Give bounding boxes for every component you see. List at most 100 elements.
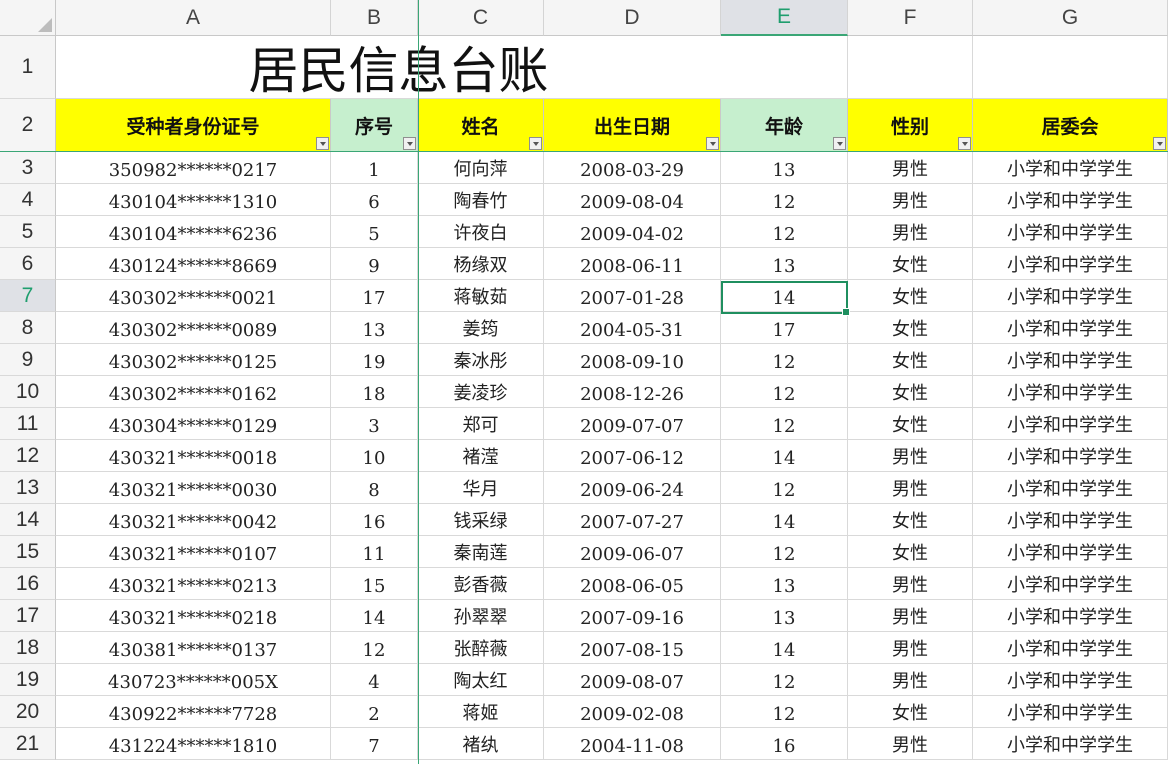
cell-E7[interactable]: 14 bbox=[721, 280, 848, 312]
cell-B15[interactable]: 11 bbox=[331, 536, 418, 568]
row-header-19[interactable]: 19 bbox=[0, 664, 56, 696]
cell-F15[interactable]: 女性 bbox=[848, 536, 973, 568]
cell-E4[interactable]: 12 bbox=[721, 184, 848, 216]
sheet-title[interactable]: 居民信息台账 bbox=[56, 36, 721, 100]
cell-C21[interactable]: 褚纨 bbox=[418, 728, 544, 760]
row-header-6[interactable]: 6 bbox=[0, 248, 56, 280]
cell-A7[interactable]: 430302******0021 bbox=[56, 280, 331, 312]
row-header-18[interactable]: 18 bbox=[0, 632, 56, 664]
cell-C19[interactable]: 陶太红 bbox=[418, 664, 544, 696]
cell-C14[interactable]: 钱采绿 bbox=[418, 504, 544, 536]
filter-dropdown-icon[interactable] bbox=[833, 137, 846, 150]
cell-E19[interactable]: 12 bbox=[721, 664, 848, 696]
cell-D21[interactable]: 2004-11-08 bbox=[544, 728, 721, 760]
cell-E8[interactable]: 17 bbox=[721, 312, 848, 344]
cell-B12[interactable]: 10 bbox=[331, 440, 418, 472]
row-header-21[interactable]: 21 bbox=[0, 728, 56, 760]
cell-A10[interactable]: 430302******0162 bbox=[56, 376, 331, 408]
cell-A3[interactable]: 350982******0217 bbox=[56, 152, 331, 184]
row-header-7[interactable]: 7 bbox=[0, 280, 56, 312]
filter-dropdown-icon[interactable] bbox=[706, 137, 719, 150]
column-header-E[interactable]: E bbox=[721, 0, 848, 36]
cell-B21[interactable]: 7 bbox=[331, 728, 418, 760]
cell-C5[interactable]: 许夜白 bbox=[418, 216, 544, 248]
cell-B4[interactable]: 6 bbox=[331, 184, 418, 216]
cell-C13[interactable]: 华月 bbox=[418, 472, 544, 504]
cell-C16[interactable]: 彭香薇 bbox=[418, 568, 544, 600]
cell-E21[interactable]: 16 bbox=[721, 728, 848, 760]
row-header-3[interactable]: 3 bbox=[0, 152, 56, 184]
cell-A14[interactable]: 430321******0042 bbox=[56, 504, 331, 536]
cell-A18[interactable]: 430381******0137 bbox=[56, 632, 331, 664]
cell-F16[interactable]: 男性 bbox=[848, 568, 973, 600]
cell-E9[interactable]: 12 bbox=[721, 344, 848, 376]
cell-E20[interactable]: 12 bbox=[721, 696, 848, 728]
cell-D13[interactable]: 2009-06-24 bbox=[544, 472, 721, 504]
cell-C6[interactable]: 杨缘双 bbox=[418, 248, 544, 280]
row-header-13[interactable]: 13 bbox=[0, 472, 56, 504]
cell-A6[interactable]: 430124******8669 bbox=[56, 248, 331, 280]
cell-F21[interactable]: 男性 bbox=[848, 728, 973, 760]
cell-F5[interactable]: 男性 bbox=[848, 216, 973, 248]
cell-G20[interactable]: 小学和中学学生 bbox=[973, 696, 1168, 728]
cell-F13[interactable]: 男性 bbox=[848, 472, 973, 504]
cell-G3[interactable]: 小学和中学学生 bbox=[973, 152, 1168, 184]
row-header-1[interactable]: 1 bbox=[0, 36, 56, 99]
cell-F7[interactable]: 女性 bbox=[848, 280, 973, 312]
cell-G7[interactable]: 小学和中学学生 bbox=[973, 280, 1168, 312]
cell-D15[interactable]: 2009-06-07 bbox=[544, 536, 721, 568]
cell-G9[interactable]: 小学和中学学生 bbox=[973, 344, 1168, 376]
row-header-10[interactable]: 10 bbox=[0, 376, 56, 408]
cell-D19[interactable]: 2009-08-07 bbox=[544, 664, 721, 696]
cell-E5[interactable]: 12 bbox=[721, 216, 848, 248]
cell-F9[interactable]: 女性 bbox=[848, 344, 973, 376]
cell-G8[interactable]: 小学和中学学生 bbox=[973, 312, 1168, 344]
cell-G10[interactable]: 小学和中学学生 bbox=[973, 376, 1168, 408]
select-all-corner[interactable] bbox=[0, 0, 56, 36]
row-header-14[interactable]: 14 bbox=[0, 504, 56, 536]
column-header-G[interactable]: G bbox=[973, 0, 1168, 36]
cell-B20[interactable]: 2 bbox=[331, 696, 418, 728]
row-header-15[interactable]: 15 bbox=[0, 536, 56, 568]
filter-dropdown-icon[interactable] bbox=[958, 137, 971, 150]
row-header-16[interactable]: 16 bbox=[0, 568, 56, 600]
cell-B19[interactable]: 4 bbox=[331, 664, 418, 696]
cell-F12[interactable]: 男性 bbox=[848, 440, 973, 472]
cell-F11[interactable]: 女性 bbox=[848, 408, 973, 440]
cell-F20[interactable]: 女性 bbox=[848, 696, 973, 728]
cell-E17[interactable]: 13 bbox=[721, 600, 848, 632]
cell-G1[interactable] bbox=[973, 36, 1168, 99]
cell-G17[interactable]: 小学和中学学生 bbox=[973, 600, 1168, 632]
cell-B8[interactable]: 13 bbox=[331, 312, 418, 344]
cell-F1[interactable] bbox=[848, 36, 973, 99]
row-header-11[interactable]: 11 bbox=[0, 408, 56, 440]
cell-E10[interactable]: 12 bbox=[721, 376, 848, 408]
cell-G12[interactable]: 小学和中学学生 bbox=[973, 440, 1168, 472]
cell-G6[interactable]: 小学和中学学生 bbox=[973, 248, 1168, 280]
cell-A4[interactable]: 430104******1310 bbox=[56, 184, 331, 216]
cell-A21[interactable]: 431224******1810 bbox=[56, 728, 331, 760]
row-header-8[interactable]: 8 bbox=[0, 312, 56, 344]
cell-E16[interactable]: 13 bbox=[721, 568, 848, 600]
cell-A8[interactable]: 430302******0089 bbox=[56, 312, 331, 344]
cell-G16[interactable]: 小学和中学学生 bbox=[973, 568, 1168, 600]
header-cell-C[interactable]: 姓名 bbox=[418, 99, 544, 152]
row-header-2[interactable]: 2 bbox=[0, 99, 56, 152]
cell-F10[interactable]: 女性 bbox=[848, 376, 973, 408]
cell-E3[interactable]: 13 bbox=[721, 152, 848, 184]
cell-F17[interactable]: 男性 bbox=[848, 600, 973, 632]
cell-G11[interactable]: 小学和中学学生 bbox=[973, 408, 1168, 440]
filter-dropdown-icon[interactable] bbox=[529, 137, 542, 150]
cell-F8[interactable]: 女性 bbox=[848, 312, 973, 344]
cell-A11[interactable]: 430304******0129 bbox=[56, 408, 331, 440]
cell-C12[interactable]: 褚滢 bbox=[418, 440, 544, 472]
cell-B18[interactable]: 12 bbox=[331, 632, 418, 664]
cell-E13[interactable]: 12 bbox=[721, 472, 848, 504]
cell-D20[interactable]: 2009-02-08 bbox=[544, 696, 721, 728]
row-header-17[interactable]: 17 bbox=[0, 600, 56, 632]
row-header-5[interactable]: 5 bbox=[0, 216, 56, 248]
cell-D3[interactable]: 2008-03-29 bbox=[544, 152, 721, 184]
cell-C15[interactable]: 秦南莲 bbox=[418, 536, 544, 568]
cell-F4[interactable]: 男性 bbox=[848, 184, 973, 216]
cell-F18[interactable]: 男性 bbox=[848, 632, 973, 664]
